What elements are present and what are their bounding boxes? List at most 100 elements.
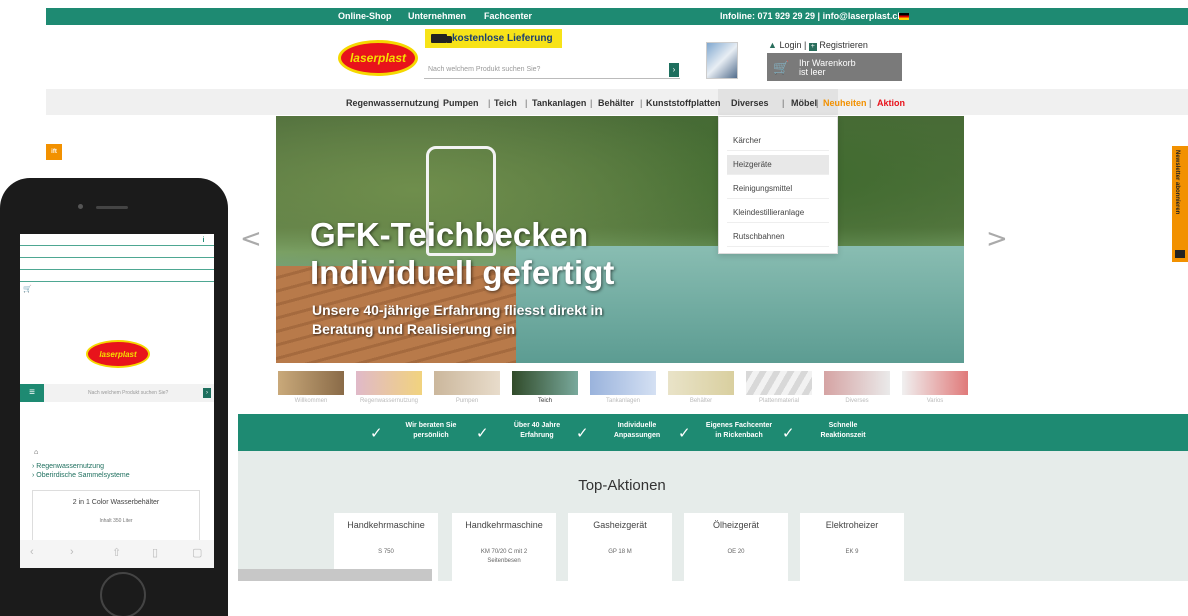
mobile-register-link[interactable]: Registrieren <box>61 272 99 279</box>
nav-item-moebel[interactable]: Möbel <box>791 98 817 108</box>
mobile-cart[interactable]: 🛒Ihr Warenkorb ist leer <box>20 282 214 324</box>
mobile-menu-unternehmen[interactable]: Unternehmen <box>20 258 214 270</box>
slider-next-icon[interactable]: > <box>986 224 1008 254</box>
home-icon[interactable]: ⌂ <box>34 449 38 456</box>
product-card[interactable]: Ölheizgerät OE 20 <box>684 513 788 581</box>
product-card[interactable]: Gasheizgerät GP 18 M <box>568 513 672 581</box>
benefit-line-2: Erfahrung <box>520 432 554 439</box>
benefit-line-2: in Rickenbach <box>715 432 763 439</box>
thumbnail-varios[interactable]: Varios <box>902 371 968 404</box>
cart-button[interactable]: 🛒 Ihr Warenkorb ist leer <box>767 53 902 81</box>
thumbnail-image <box>512 371 578 395</box>
thumbnail-image <box>434 371 500 395</box>
product-card[interactable]: Elektroheizer EK 9 <box>800 513 904 581</box>
dropdown-item-reinigungsmittel[interactable]: Reinigungsmittel <box>727 179 829 199</box>
infoline[interactable]: Infoline: 071 929 29 29 | info@laserplas… <box>720 11 903 21</box>
thumbnail-image <box>824 371 890 395</box>
thumbnail-label: Regenwassernutzung <box>359 398 419 404</box>
topbar-link-fachcenter[interactable]: Fachcenter <box>484 11 532 21</box>
mobile-menu-label: Fachcenter <box>23 248 59 255</box>
search-button[interactable]: › <box>669 63 679 77</box>
mobile-product-info: Inhalt 350 Liter <box>99 518 133 524</box>
nav-item-behaelter[interactable]: Behälter <box>598 98 634 108</box>
header-product-image[interactable] <box>706 42 738 79</box>
thumbnail-plattenmaterial[interactable]: Plattenmaterial <box>746 371 812 404</box>
mobile-menu-fachcenter[interactable]: Fachcenter <box>20 246 214 258</box>
speaker-grille <box>96 206 128 209</box>
breadcrumb-label: Regenwassernutzung <box>36 463 104 470</box>
hamburger-menu-icon[interactable]: ≡ <box>20 384 44 402</box>
newsletter-tab[interactable]: Newsletter abonnieren <box>1172 146 1188 262</box>
cart-status: ist leer <box>799 67 826 77</box>
topbar-link-unternehmen[interactable]: Unternehmen <box>408 11 466 21</box>
bookmarks-icon[interactable]: ▯ <box>152 546 158 559</box>
home-button[interactable] <box>100 572 146 616</box>
topbar-link-online-shop[interactable]: Online-Shop <box>338 11 392 21</box>
mobile-logo[interactable]: laserplast <box>86 340 150 368</box>
search-bar[interactable]: Nach welchem Produkt suchen Sie? › <box>424 62 680 79</box>
hero-subtitle-line-2: Beratung und Realisierung ein <box>312 321 516 337</box>
cart-icon: 🛒 <box>773 60 790 75</box>
breadcrumb-label: Oberirdische Sammelsysteme <box>36 472 130 479</box>
thumbnail-image <box>902 371 968 395</box>
breadcrumb-item[interactable]: › Oberirdische Sammelsysteme <box>32 472 130 479</box>
benefit-line-2: Reaktionszeit <box>820 432 866 439</box>
nav-item-regenwassernutzung[interactable]: Regenwassernutzung <box>346 98 439 108</box>
dropdown-item-rutschbahnen[interactable]: Rutschbahnen <box>727 227 829 247</box>
mobile-login-link[interactable]: Login <box>32 272 49 279</box>
slider-prev-icon[interactable]: < <box>240 224 262 254</box>
camera-icon <box>78 204 83 209</box>
mobile-search-bar: ≡ Nach welchem Produkt suchen Sie? › <box>20 384 214 402</box>
logo[interactable]: laserplast <box>338 40 418 76</box>
check-icon: ✓ <box>782 424 795 442</box>
thumbnail-willkommen[interactable]: Willkommen <box>278 371 344 404</box>
cart-icon: 🛒 <box>23 286 32 293</box>
thumbnail-label: Tankanlagen <box>605 398 641 404</box>
free-delivery-badge: kostenlose Lieferung <box>425 29 562 48</box>
thumbnail-behaelter[interactable]: Behälter <box>668 371 734 404</box>
plus-icon: + <box>808 43 817 51</box>
share-icon[interactable]: ⇧ <box>112 546 121 559</box>
mobile-search-input[interactable]: Nach welchem Produkt suchen Sie? <box>88 390 168 396</box>
nav-item-diverses[interactable]: Diverses <box>731 98 769 108</box>
search-input[interactable]: Nach welchem Produkt suchen Sie? <box>428 66 540 73</box>
thumbnail-regenwassernutzung[interactable]: Regenwassernutzung <box>356 371 422 404</box>
nav-item-teich[interactable]: Teich <box>494 98 517 108</box>
nav-item-pumpen[interactable]: Pumpen <box>443 98 479 108</box>
product-model: GP 18 M <box>608 549 632 555</box>
login-link[interactable]: Login <box>779 40 801 50</box>
nav-item-neuheiten[interactable]: Neuheiten <box>823 98 867 108</box>
dropdown-item-kaercher[interactable]: Kärcher <box>727 131 829 151</box>
tabs-icon[interactable]: ▢ <box>192 546 202 559</box>
forward-icon[interactable]: › <box>70 546 74 558</box>
benefit-line-1: Eigenes Fachcenter <box>705 422 773 429</box>
thumbnail-tankanlagen[interactable]: Tankanlagen <box>590 371 656 404</box>
left-side-tab[interactable]: ift <box>46 144 62 160</box>
product-name: Handkehrmaschine <box>465 520 543 530</box>
dropdown-item-heizgeraete[interactable]: Heizgeräte <box>727 155 829 175</box>
nav-item-aktion[interactable]: Aktion <box>877 98 905 108</box>
info-icon[interactable]: i <box>199 236 208 245</box>
thumbnail-teich[interactable]: Teich <box>512 371 578 404</box>
back-icon[interactable]: ‹ <box>30 546 34 558</box>
mobile-cart-status: ist leer <box>23 295 44 302</box>
thumbnail-diverses[interactable]: Diverses <box>824 371 890 404</box>
thumbnail-pumpen[interactable]: Pumpen <box>434 371 500 404</box>
register-link[interactable]: Registrieren <box>819 40 868 50</box>
mobile-search-button[interactable]: › <box>203 388 211 398</box>
nav-item-kunststoffplatten[interactable]: Kunststoffplatten <box>646 98 721 108</box>
hero-slider[interactable]: GFK-Teichbecken Individuell gefertigt Un… <box>276 116 964 363</box>
mobile-phone-frame: Online-Shop i Fachcenter Unternehmen ▲ Lo… <box>0 178 228 616</box>
nav-item-tankanlagen[interactable]: Tankanlagen <box>532 98 586 108</box>
mobile-menu-online-shop[interactable]: Online-Shop i <box>20 234 214 246</box>
account-links: ▲ Login | + Registrieren <box>768 40 868 51</box>
product-name: Handkehrmaschine <box>347 520 425 530</box>
product-model: OE 20 <box>727 549 745 555</box>
benefits-bar: ✓ Wir beraten Sie persönlich ✓ Über 40 Jahr… <box>238 414 1188 451</box>
product-card[interactable]: Handkehrmaschine KM 70/20 C mit 2 Seitenb… <box>452 513 556 581</box>
dropdown-item-kleindestillieranlage[interactable]: Kleindestillieranlage <box>727 203 829 223</box>
thumbnail-label: Behälter <box>689 398 713 404</box>
thumbnail-image <box>356 371 422 395</box>
swiss-flag-icon[interactable] <box>899 13 909 20</box>
breadcrumb-item[interactable]: › Regenwassernutzung <box>32 463 104 470</box>
